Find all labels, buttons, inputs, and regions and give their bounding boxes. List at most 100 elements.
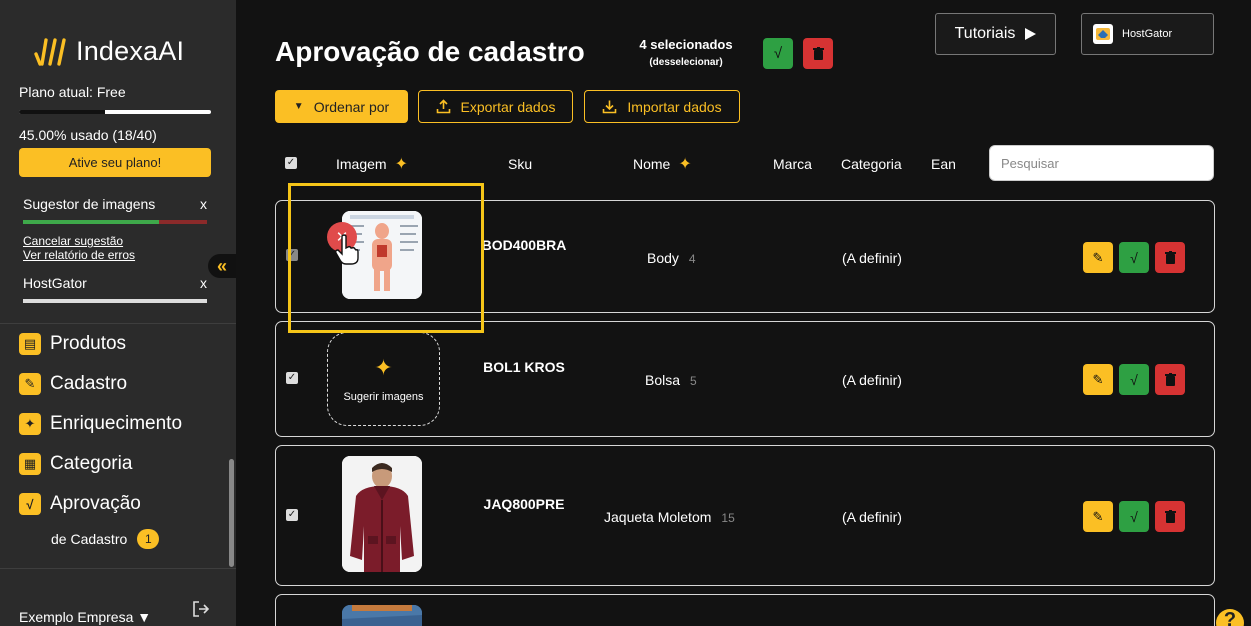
- column-header-category[interactable]: Categoria: [841, 156, 902, 172]
- table-row[interactable]: ✓ ✦ Sugerir imagens BOL1 KROS Bolsa 5 (A…: [275, 321, 1215, 437]
- sparkle-icon: ✦: [374, 355, 393, 380]
- task-close-button[interactable]: x: [200, 275, 207, 291]
- sidebar-item-label: Cadastro: [50, 373, 128, 394]
- edit-button[interactable]: ✎: [1083, 501, 1113, 532]
- edit-button[interactable]: ✎: [1083, 364, 1113, 395]
- activate-plan-button[interactable]: Ative seu plano!: [19, 148, 211, 177]
- approve-button[interactable]: √: [1119, 242, 1149, 273]
- upload-icon: [436, 99, 450, 114]
- column-label: Ean: [931, 156, 956, 172]
- approve-selected-button[interactable]: √: [763, 38, 793, 69]
- checkbox-checked-icon: ✓: [285, 157, 297, 169]
- hostgator-logo-icon: [1093, 24, 1113, 44]
- import-data-label: Importar dados: [627, 98, 722, 115]
- deselect-link[interactable]: (desselecionar): [624, 57, 748, 68]
- selected-count: 4 selecionados: [639, 37, 733, 52]
- row-actions: ✎ √: [1083, 242, 1185, 273]
- row-category: (A definir): [842, 250, 902, 266]
- sidebar-item-cadastro[interactable]: ✎ Cadastro: [19, 373, 127, 395]
- tutorials-button[interactable]: Tutoriais: [935, 13, 1056, 55]
- image-highlight-frame: [288, 183, 484, 333]
- clipboard-icon: ▤: [19, 333, 41, 355]
- pencil-icon: ✎: [19, 373, 41, 395]
- order-by-button[interactable]: ▼ Ordenar por: [275, 90, 408, 123]
- trash-icon: [1164, 373, 1176, 386]
- delete-button[interactable]: [1155, 242, 1185, 273]
- store-selector-button[interactable]: HostGator: [1081, 13, 1214, 55]
- row-name: Bolsa 5: [645, 372, 697, 388]
- select-all-checkbox[interactable]: ✓: [285, 157, 297, 169]
- error-report-link[interactable]: Ver relatório de erros: [23, 248, 207, 262]
- search-input[interactable]: [989, 145, 1214, 181]
- edit-button[interactable]: ✎: [1083, 242, 1113, 273]
- column-header-image[interactable]: Imagem ✦: [336, 154, 408, 174]
- pencil-icon: ✎: [1092, 508, 1104, 524]
- collapse-sidebar-button[interactable]: «: [208, 254, 236, 278]
- column-label: Categoria: [841, 156, 902, 172]
- task-progress-success: [23, 220, 160, 224]
- sidebar-item-enriquecimento[interactable]: ✦ Enriquecimento: [19, 413, 182, 435]
- trash-icon: [1164, 510, 1176, 523]
- usage-progress-bar: [19, 110, 211, 114]
- sidebar-subitem-label: de Cadastro: [51, 531, 128, 547]
- name-char-count: 15: [721, 511, 735, 525]
- sidebar-item-produtos[interactable]: ▤ Produtos: [19, 333, 126, 355]
- approve-button[interactable]: √: [1119, 501, 1149, 532]
- sidebar-divider: [0, 323, 236, 324]
- usage-text: 45.00% usado (18/40): [19, 127, 157, 143]
- delete-selected-button[interactable]: [803, 38, 833, 69]
- sparkle-icon: ✦: [394, 156, 408, 173]
- logout-icon[interactable]: [192, 600, 210, 618]
- delete-button[interactable]: [1155, 364, 1185, 395]
- app-logo[interactable]: IndexaAI: [34, 36, 184, 67]
- product-name: Bolsa: [645, 372, 681, 388]
- name-char-count: 4: [688, 252, 696, 266]
- trash-icon: [812, 47, 824, 60]
- sidebar-item-label: Produtos: [50, 333, 127, 354]
- task-title: Sugestor de imagens: [23, 196, 156, 212]
- row-checkbox[interactable]: ✓: [286, 509, 298, 521]
- column-header-sku[interactable]: Sku: [508, 156, 532, 172]
- approve-button[interactable]: √: [1119, 364, 1149, 395]
- product-image[interactable]: [342, 456, 422, 572]
- plan-label: Plano atual: Free: [19, 84, 126, 100]
- product-name: Body: [647, 250, 679, 266]
- column-header-ean[interactable]: Ean: [931, 156, 956, 172]
- product-image[interactable]: [342, 605, 422, 626]
- row-checkbox[interactable]: ✓: [286, 372, 298, 384]
- sidebar-divider: [0, 568, 236, 569]
- pencil-icon: ✎: [1092, 371, 1104, 387]
- logo-stripes-icon: [34, 37, 66, 66]
- suggest-images-button[interactable]: ✦ Sugerir imagens: [327, 332, 440, 426]
- page-title: Aprovação de cadastro: [275, 36, 585, 67]
- check-icon: √: [19, 493, 41, 515]
- export-data-button[interactable]: Exportar dados: [418, 90, 573, 123]
- usage-progress-fill: [19, 110, 106, 114]
- table-row[interactable]: [275, 594, 1215, 626]
- pencil-icon: ✎: [1092, 249, 1104, 265]
- check-icon: √: [1130, 371, 1138, 388]
- pending-count-badge: 1: [137, 529, 160, 549]
- sidebar-item-aprovacao[interactable]: √ Aprovação: [19, 493, 141, 515]
- table-row[interactable]: ✓ JAQ800PRE Jaqueta Moletom 15 (A defini…: [275, 445, 1215, 586]
- help-button[interactable]: ?: [1216, 609, 1244, 626]
- sparkle-icon: ✦: [19, 413, 41, 435]
- cancel-suggestion-link[interactable]: Cancelar sugestão: [23, 234, 207, 248]
- column-label: Imagem: [336, 156, 387, 172]
- product-name: Jaqueta Moletom: [604, 509, 712, 525]
- task-close-button[interactable]: x: [200, 196, 207, 212]
- sidebar: IndexaAI Plano atual: Free 45.00% usado …: [0, 0, 236, 626]
- row-category: (A definir): [842, 509, 902, 525]
- column-header-brand[interactable]: Marca: [773, 156, 812, 172]
- task-title: HostGator: [23, 275, 87, 291]
- sidebar-scrollbar[interactable]: [229, 459, 234, 567]
- row-name: Body 4: [647, 250, 696, 266]
- sidebar-subitem-de-cadastro[interactable]: de Cadastro 1: [51, 529, 160, 549]
- delete-button[interactable]: [1155, 501, 1185, 532]
- import-data-button[interactable]: Importar dados: [584, 90, 740, 123]
- column-header-name[interactable]: Nome ✦: [633, 154, 692, 174]
- sidebar-item-categoria[interactable]: ▦ Categoria: [19, 453, 132, 475]
- checkbox-checked-icon: ✓: [286, 509, 298, 521]
- sparkle-icon: ✦: [678, 156, 692, 173]
- company-selector[interactable]: Exemplo Empresa ▼: [19, 609, 151, 625]
